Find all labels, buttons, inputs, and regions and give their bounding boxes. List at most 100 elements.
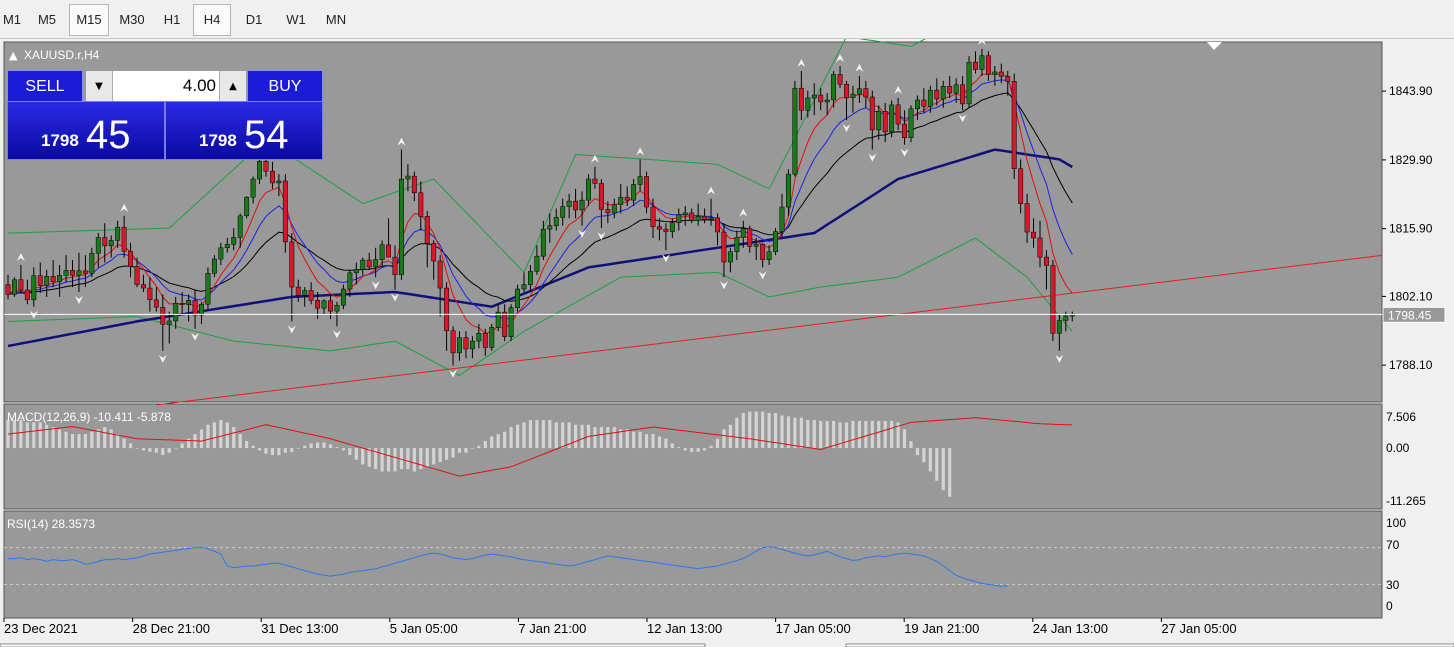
candle-body <box>818 94 824 103</box>
macd-pane[interactable] <box>3 403 1383 510</box>
macd-histogram-bar <box>432 448 436 465</box>
timeframe-button-h1[interactable]: H1 <box>153 4 191 36</box>
candle-body <box>192 300 198 316</box>
candle-body <box>405 175 411 180</box>
candle-body <box>437 260 443 289</box>
macd-histogram-bar <box>64 431 68 449</box>
candle-body <box>863 88 869 98</box>
macd-histogram-bar <box>509 427 513 449</box>
sell-button[interactable]: SELL <box>7 70 83 103</box>
price-tick-label: 1788.10 <box>1389 358 1433 372</box>
macd-tick-label: 7.506 <box>1386 410 1416 424</box>
candle-body <box>24 289 30 301</box>
timeframe-button-m30[interactable]: M30 <box>111 4 153 36</box>
macd-histogram-bar <box>528 420 533 449</box>
macd-histogram-bar <box>238 434 242 449</box>
candle-body <box>547 225 553 230</box>
candle-body <box>270 170 275 184</box>
macd-histogram-bar <box>864 420 868 449</box>
candle-body <box>37 275 43 286</box>
candle-body <box>44 276 50 286</box>
macd-histogram-bar <box>83 434 87 449</box>
candle-body <box>95 237 101 254</box>
candle-body <box>186 300 192 305</box>
collapse-triangle-icon[interactable]: ▲ <box>9 49 18 62</box>
candle-body <box>760 244 766 260</box>
macd-histogram-bar <box>741 413 745 449</box>
lot-size-stepper: ▼ ▲ <box>85 70 247 103</box>
candle-body <box>257 161 263 180</box>
candle-body <box>379 244 385 260</box>
macd-histogram-bar <box>348 448 352 456</box>
rsi-tick-label: 100 <box>1386 516 1406 530</box>
candle-body <box>927 89 933 107</box>
macd-histogram-bar <box>161 448 165 456</box>
candle-body <box>605 209 611 214</box>
macd-histogram-bar <box>638 431 642 449</box>
candle-body <box>1005 76 1011 82</box>
buy-price-pips: 54 <box>244 113 289 157</box>
macd-histogram-bar <box>219 420 223 449</box>
macd-histogram-bar <box>70 434 75 449</box>
macd-histogram-bar <box>909 441 913 449</box>
candle-body <box>998 71 1004 77</box>
macd-histogram-bar <box>683 448 687 451</box>
candle-body <box>263 161 269 172</box>
timeframe-button-h4[interactable]: H4 <box>193 4 231 36</box>
timeframe-button-m15[interactable]: M15 <box>69 4 109 36</box>
macd-histogram-bar <box>135 448 139 449</box>
candle-body <box>1011 81 1017 169</box>
timeframe-button-m1[interactable]: M1 <box>0 4 24 36</box>
macd-histogram-bar <box>561 422 565 449</box>
macd-histogram-bar <box>644 434 649 449</box>
macd-histogram-bar <box>915 448 920 456</box>
sell-price-box[interactable]: 1798 45 <box>7 101 165 160</box>
candle-body <box>431 243 437 262</box>
macd-histogram-bar <box>890 420 894 449</box>
candle-body <box>540 228 546 257</box>
timeframe-button-d1[interactable]: D1 <box>234 4 274 36</box>
candle-body <box>631 184 637 201</box>
candle-body <box>353 269 359 274</box>
buy-price-box[interactable]: 1798 54 <box>165 101 323 160</box>
candle-body <box>366 259 372 268</box>
candle-body <box>824 99 830 103</box>
buy-button[interactable]: BUY <box>247 70 323 103</box>
time-tick-label: 19 Jan 21:00 <box>904 621 979 636</box>
macd-histogram-bar <box>322 442 326 449</box>
candle-body <box>727 251 733 263</box>
increase-lot-icon[interactable]: ▲ <box>219 71 246 102</box>
macd-histogram-bar <box>612 427 616 449</box>
candle-body <box>598 183 604 210</box>
macd-histogram-bar <box>148 448 152 452</box>
lot-size-input[interactable] <box>116 74 216 97</box>
price-tick-label: 1815.90 <box>1389 222 1433 236</box>
price-tick-label: 1843.90 <box>1389 84 1433 98</box>
macd-histogram-bar <box>425 448 429 467</box>
candle-body <box>141 284 146 289</box>
candle-body <box>334 304 340 312</box>
macd-histogram-bar <box>786 416 791 449</box>
decrease-lot-icon[interactable]: ▼ <box>86 71 113 102</box>
macd-histogram-bar <box>902 429 907 449</box>
macd-histogram-bar <box>722 429 726 449</box>
candle-body <box>650 206 656 227</box>
candle-body <box>618 196 624 205</box>
candle-body <box>160 306 166 325</box>
candle-body <box>5 284 11 295</box>
candle-body <box>973 61 978 70</box>
timeframe-button-w1[interactable]: W1 <box>276 4 316 36</box>
macd-histogram-bar <box>541 420 545 449</box>
candle-body <box>966 61 972 105</box>
rsi-pane[interactable] <box>3 510 1383 619</box>
macd-histogram-bar <box>883 420 887 449</box>
candle-body <box>895 104 901 125</box>
macd-histogram-bar <box>761 411 765 449</box>
macd-tick-label: -11.265 <box>1386 494 1426 508</box>
candle-body <box>321 300 327 309</box>
macd-histogram-bar <box>657 436 662 449</box>
timeframe-button-mn[interactable]: MN <box>316 4 356 36</box>
timeframe-button-m5[interactable]: M5 <box>27 4 67 36</box>
candle-body <box>508 307 514 337</box>
candle-body <box>147 287 153 301</box>
